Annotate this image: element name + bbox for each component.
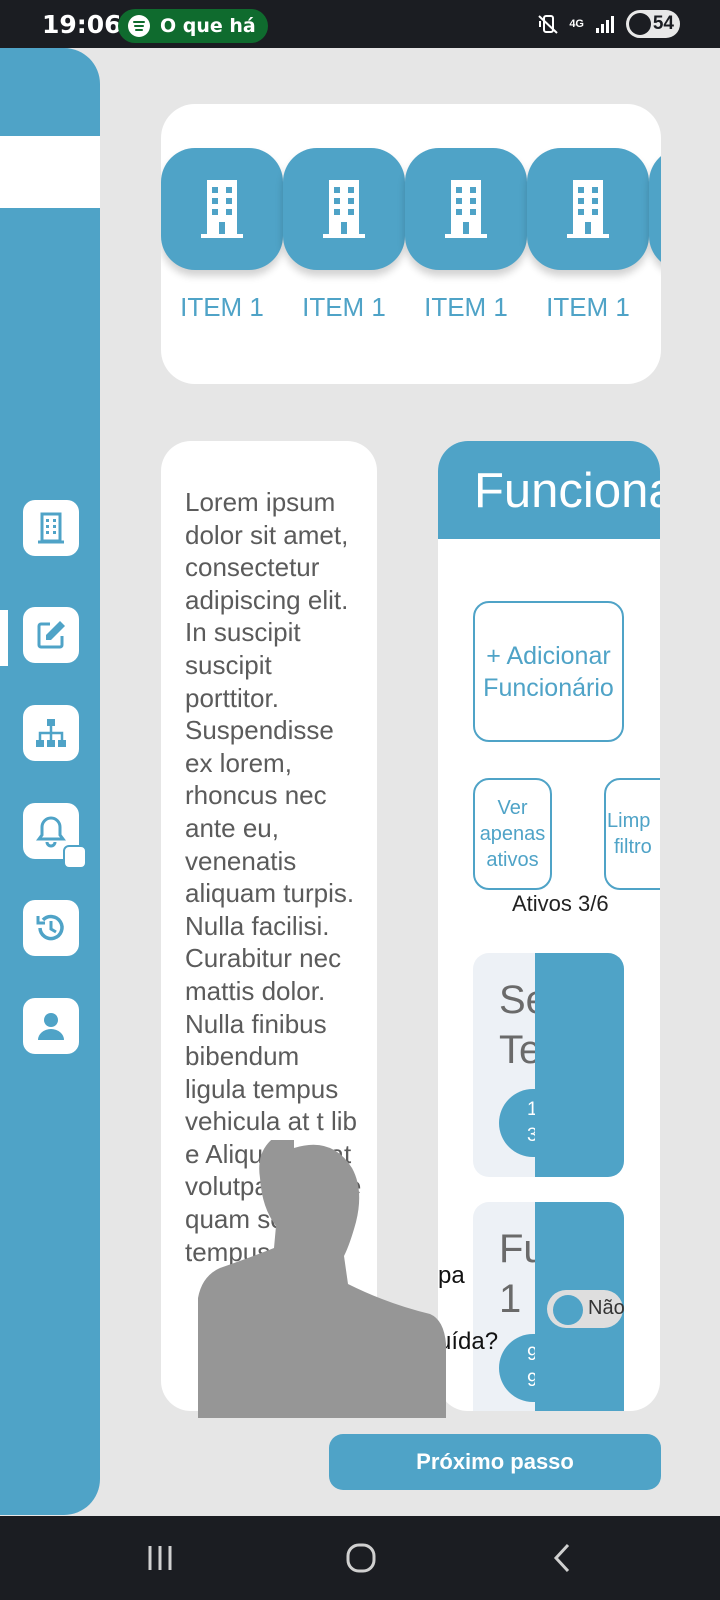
building-icon <box>445 180 487 238</box>
next-step-button[interactable]: Próximo passo <box>329 1434 661 1490</box>
item-label: ITEM 1 <box>424 292 508 322</box>
navigation-bar <box>0 1516 720 1600</box>
show-active-label-line3: ativos <box>486 849 539 871</box>
active-count: Ativos 3/6 <box>512 891 609 916</box>
employee-row[interactable]: Se Te 1 3 ••• <box>473 953 624 1177</box>
user-icon <box>38 1013 64 1040</box>
carousel-item[interactable]: ITEM 1 <box>161 148 283 323</box>
employees-panel: Funciona + Adicionar Funcionário Ver ape… <box>438 441 660 1411</box>
user-avatar-silhouette <box>198 1140 446 1418</box>
item-tile <box>283 148 405 270</box>
recent-apps-icon <box>148 1546 172 1570</box>
org-chart-icon <box>36 719 66 747</box>
item-tile <box>405 148 527 270</box>
sidebar <box>0 48 100 1515</box>
status-bar: 19:06 O que há 4G 54 <box>0 0 720 48</box>
employees-header: Funciona <box>438 441 660 539</box>
sidebar-item-organization[interactable] <box>23 705 79 761</box>
show-active-label-line1: Ver <box>497 797 528 819</box>
show-active-label-line2: apenas <box>479 823 546 845</box>
item-label: ITEM 1 <box>302 292 386 322</box>
carousel-item[interactable]: ITEM 1 <box>527 148 649 323</box>
spotify-icon <box>128 15 150 37</box>
add-employee-label-line2: Funcionário <box>483 673 614 702</box>
carousel-item[interactable]: ITEM 1 <box>283 148 405 323</box>
employees-title: Funciona <box>474 464 660 518</box>
add-employee-label-line1: + Adicionar <box>486 641 611 670</box>
report-badge-icon <box>63 845 87 869</box>
sidebar-active-indicator <box>0 610 8 666</box>
battery-indicator: 54 <box>626 10 680 38</box>
bell-icon <box>36 816 66 848</box>
back-button[interactable] <box>518 1516 608 1600</box>
building-icon <box>38 512 64 544</box>
network-type: 4G <box>569 18 584 30</box>
sidebar-item-buildings[interactable] <box>23 500 79 556</box>
row-actions-panel: ••• <box>535 953 624 1177</box>
recent-apps-button[interactable] <box>115 1516 205 1600</box>
vibrate-mute-icon <box>538 15 558 34</box>
sidebar-item-profile[interactable] <box>23 998 79 1054</box>
item-label: ITEM 1 <box>180 292 264 322</box>
add-employee-button[interactable]: + Adicionar Funcionário <box>473 601 624 742</box>
home-button[interactable] <box>316 1516 406 1600</box>
clear-filter-label-line1: Limp <box>607 810 651 832</box>
status-time: 19:06 <box>42 10 122 39</box>
sidebar-item-history[interactable] <box>23 900 79 956</box>
clear-filter-label-line2: filtro <box>614 836 652 858</box>
building-icon <box>323 180 365 238</box>
item-tile <box>527 148 649 270</box>
carousel-item-partial[interactable] <box>649 148 661 270</box>
signal-icon <box>596 16 614 33</box>
employee-row[interactable]: Fu 1 9 9 Não <box>473 1202 624 1411</box>
employee-name: Fu 1 <box>499 1227 539 1321</box>
building-icon <box>201 180 243 238</box>
active-toggle[interactable]: Não <box>547 1290 624 1328</box>
sidebar-item-edit[interactable] <box>23 607 79 663</box>
history-icon <box>36 914 64 941</box>
media-pill-text: O que há <box>160 15 256 37</box>
toggle-knob <box>553 1295 583 1325</box>
toggle-label: Não <box>588 1297 624 1319</box>
clear-filter-button[interactable]: Limp filtro <box>604 778 660 890</box>
building-icon <box>567 180 609 238</box>
battery-level: 54 <box>652 13 674 34</box>
employee-name: Se Te <box>499 978 539 1072</box>
carousel-item[interactable]: ITEM 1 <box>405 148 527 323</box>
sidebar-item-notifications[interactable] <box>23 803 87 869</box>
show-active-only-button[interactable]: Ver apenas ativos <box>473 778 552 890</box>
items-carousel: ITEM 1 ITEM 1 ITEM 1 ITEM 1 <box>161 104 661 384</box>
item-tile <box>161 148 283 270</box>
back-icon <box>553 1543 570 1573</box>
sidebar-top-bar <box>0 136 100 208</box>
media-pill[interactable]: O que há <box>118 9 268 43</box>
edit-icon <box>37 621 65 649</box>
dialog-fragment-2: uída? <box>438 1328 499 1355</box>
item-label: ITEM 1 <box>546 292 630 322</box>
item-tile <box>649 148 661 270</box>
battery-saver-icon <box>629 13 651 35</box>
home-icon <box>346 1543 376 1573</box>
